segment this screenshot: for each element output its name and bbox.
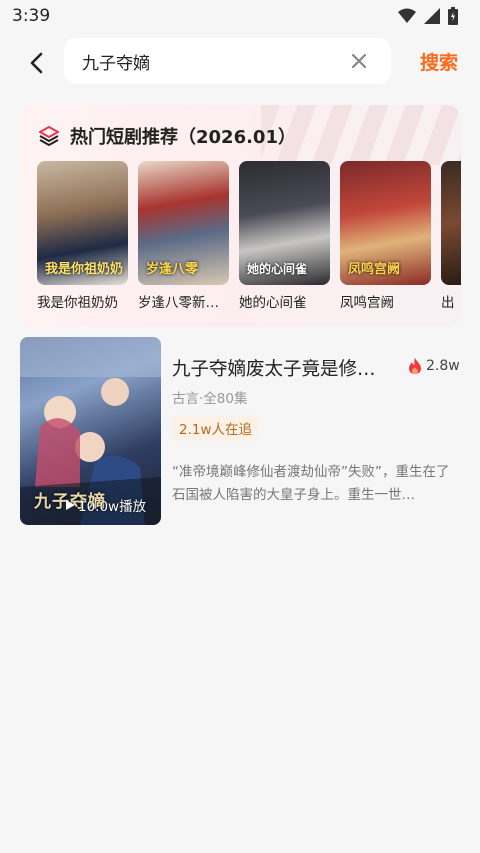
- search-button[interactable]: 搜索: [420, 48, 458, 75]
- back-arrow-icon: [30, 52, 43, 74]
- drama-title: 岁逢八零新…: [138, 295, 219, 311]
- result-meta: 古言·全80集: [172, 391, 248, 407]
- drama-title: 凤鸣宫阙: [340, 295, 394, 311]
- hot-title: 热门短剧推荐（2026.01）: [70, 127, 296, 148]
- battery-icon: [448, 7, 458, 25]
- clear-button[interactable]: [349, 51, 369, 71]
- heat-indicator: 2.8w: [408, 357, 460, 375]
- poster-title-text: 我是你祖奶奶: [45, 262, 124, 277]
- status-time: 3:39: [12, 6, 51, 26]
- drama-poster: [441, 161, 461, 285]
- poster-row: 我是你祖奶奶 我是你祖奶奶 岁逢八零 岁逢八零新… 她的心间雀 她的心间雀 凤鸣…: [37, 161, 461, 311]
- poster-title-text: 凤鸣宫阙: [348, 262, 401, 277]
- layers-icon: [39, 126, 59, 146]
- signal-icon: [424, 8, 440, 24]
- search-box[interactable]: [64, 38, 391, 84]
- drama-title: 她的心间雀: [239, 295, 307, 311]
- heat-value: 2.8w: [426, 358, 460, 374]
- poster-title-text: 岁逢八零: [146, 262, 199, 277]
- drama-poster: 她的心间雀: [239, 161, 330, 285]
- poster-title-text: 她的心间雀: [247, 262, 308, 276]
- search-input[interactable]: [82, 51, 322, 71]
- drama-card[interactable]: 她的心间雀 她的心间雀: [239, 161, 330, 311]
- followers-badge: 2.1w人在追: [172, 415, 260, 441]
- hot-recommendation-card: 热门短剧推荐（2026.01） 我是你祖奶奶 我是你祖奶奶 岁逢八零 岁逢八零新…: [20, 105, 461, 327]
- drama-card[interactable]: 凤鸣宫阙 凤鸣宫阙: [340, 161, 431, 311]
- play-count-text: 10.0w播放: [78, 499, 147, 515]
- wifi-icon: [398, 8, 416, 23]
- result-cover[interactable]: 九子夺嫡 10.0w播放: [20, 337, 161, 525]
- drama-poster: 凤鸣宫阙: [340, 161, 431, 285]
- result-title[interactable]: 九子夺嫡废太子竟是修…: [172, 355, 397, 381]
- drama-card[interactable]: 出: [441, 161, 461, 311]
- back-button[interactable]: [22, 48, 52, 78]
- drama-poster: 岁逢八零: [138, 161, 229, 285]
- drama-title: 我是你祖奶奶: [37, 295, 118, 311]
- drama-poster: 我是你祖奶奶: [37, 161, 128, 285]
- hot-header: 热门短剧推荐（2026.01）: [38, 123, 296, 149]
- result-description: “准帝境巅峰修仙者渡劫仙帝”失败”，重生在了石国被人陷害的大皇子身上。重生一世…: [172, 464, 450, 503]
- search-bar: 搜索: [0, 36, 480, 88]
- drama-card[interactable]: 我是你祖奶奶 我是你祖奶奶: [37, 161, 128, 311]
- drama-card[interactable]: 岁逢八零 岁逢八零新…: [138, 161, 229, 311]
- status-icons: [398, 7, 458, 25]
- drama-title: 出: [441, 295, 455, 311]
- flame-icon: [409, 358, 421, 374]
- close-icon: [352, 54, 366, 68]
- search-result-item[interactable]: 九子夺嫡 10.0w播放 九子夺嫡废太子竟是修… 2.8w 古言·全80集 2.…: [20, 337, 462, 527]
- status-bar: 3:39: [0, 0, 480, 32]
- play-icon: [66, 500, 75, 510]
- play-count: 10.0w播放: [66, 495, 146, 515]
